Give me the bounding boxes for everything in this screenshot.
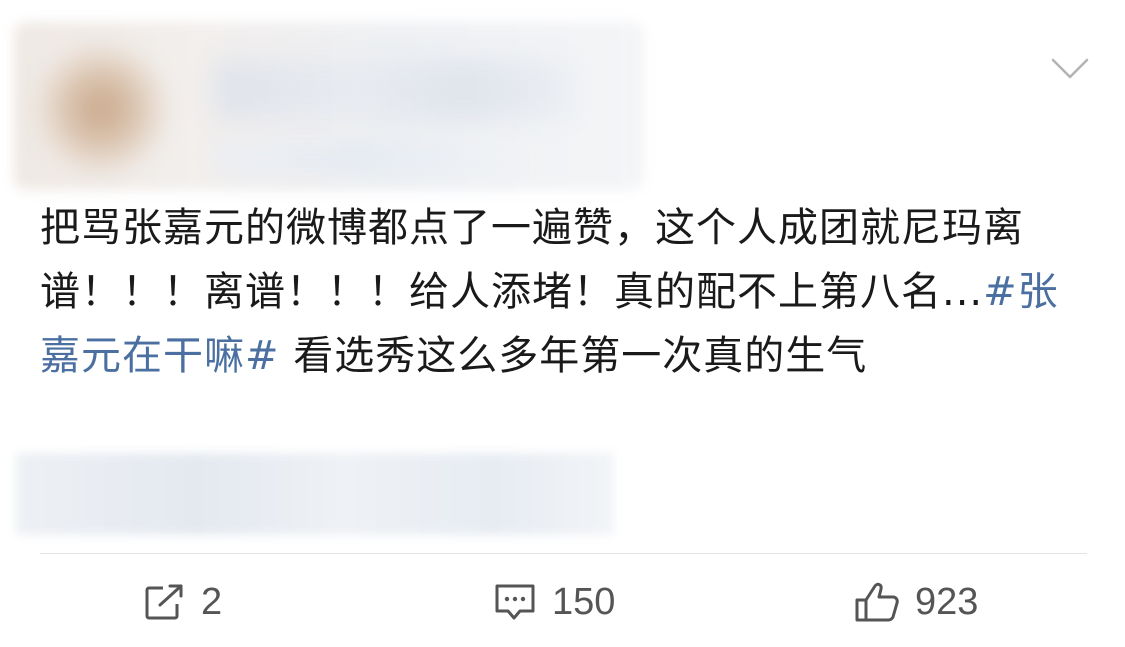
comment-button[interactable]: 150: [492, 580, 615, 624]
like-button[interactable]: 923: [853, 580, 978, 624]
thumbs-up-icon: [853, 580, 901, 624]
post-text-body: 把骂张嘉元的微博都点了一遍赞，这个人成团就尼玛离谱！！！离谱！！！给人添堵！真的…: [40, 205, 1024, 315]
avatar[interactable]: [36, 44, 166, 174]
post-text-tail: 看选秀这么多年第一次真的生气: [279, 333, 868, 379]
post-text: 把骂张嘉元的微博都点了一遍赞，这个人成团就尼玛离谱！！！离谱！！！给人添堵！真的…: [40, 196, 1080, 388]
action-bar: 2 150 923: [0, 554, 1125, 647]
post-meta-blurred: [214, 140, 514, 176]
username-blurred[interactable]: [214, 60, 574, 120]
repost-button[interactable]: 2: [143, 580, 222, 624]
repost-icon: [143, 582, 187, 622]
comment-icon: [492, 581, 538, 623]
post-header-blurred: [14, 22, 644, 190]
post-footer-blurred: [16, 453, 614, 535]
repost-count: 2: [201, 581, 223, 623]
chevron-down-icon[interactable]: [1050, 56, 1090, 82]
like-count: 923: [915, 581, 979, 623]
comment-count: 150: [552, 581, 616, 623]
weibo-post-card: 把骂张嘉元的微博都点了一遍赞，这个人成团就尼玛离谱！！！离谱！！！给人添堵！真的…: [0, 0, 1125, 647]
